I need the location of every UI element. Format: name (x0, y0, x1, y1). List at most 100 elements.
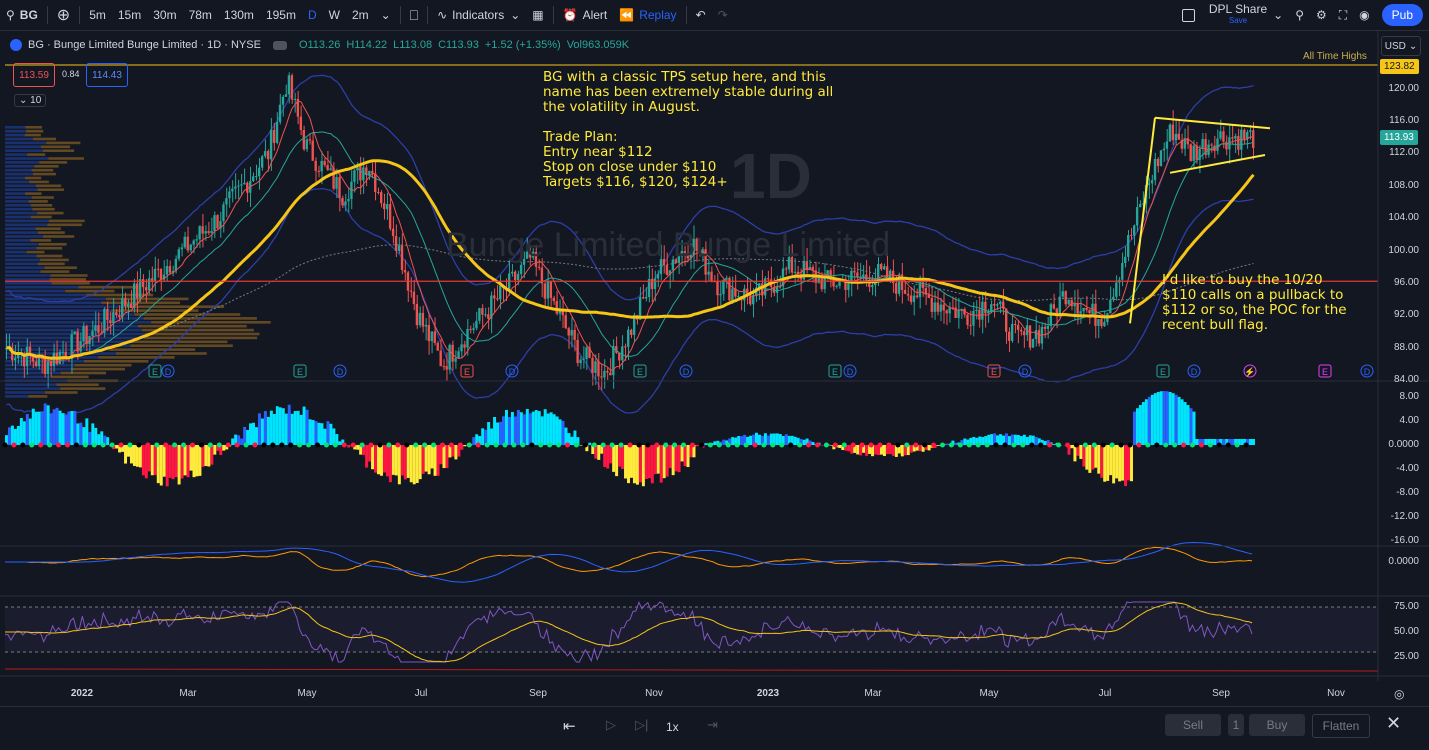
candle-body (225, 198, 227, 204)
squeeze-bar (413, 445, 416, 484)
redo-button[interactable]: ↷ (712, 0, 734, 30)
squeeze-bar (1035, 437, 1038, 445)
squeeze-dot (145, 443, 150, 448)
buy-button[interactable]: Buy (1249, 714, 1305, 736)
squeeze-bar (97, 434, 100, 445)
trade-plan-note[interactable]: BG with a classic TPS setup here, and th… (543, 70, 833, 190)
interval-2m[interactable]: 2m (346, 0, 375, 30)
squeeze-dot (824, 443, 829, 448)
interval-dropdown[interactable]: ⌄ (375, 0, 397, 30)
step-forward-icon[interactable]: ▷| (635, 717, 648, 733)
interval-5m[interactable]: 5m (83, 0, 112, 30)
sell-button[interactable]: Sell (1165, 714, 1221, 736)
chart-type-button[interactable]: ⎕ (404, 0, 424, 30)
price-tick: 100.00 (1388, 245, 1419, 256)
alert-button[interactable]: ⏰ Alert (557, 0, 614, 30)
interval-d[interactable]: D (302, 0, 323, 30)
squeeze-bar (660, 445, 663, 483)
symbol-search[interactable]: ⚲ BG (0, 0, 44, 30)
squeeze-bar (1163, 391, 1166, 445)
interval-130m[interactable]: 130m (218, 0, 260, 30)
replay-button[interactable]: ⏪ Replay (613, 0, 682, 30)
candle-body (1157, 159, 1159, 166)
profile-bar (5, 243, 39, 246)
sell-quote-box[interactable]: 113.59 (13, 63, 55, 87)
eye-off-icon[interactable] (273, 41, 287, 50)
legend-title[interactable]: BG · Bunge Limited Bunge Limited · 1D · … (28, 39, 261, 51)
legend-change: +1.52 (+1.35%) (485, 39, 561, 51)
currency-label: USD (1385, 41, 1406, 52)
exchange-icon (10, 39, 22, 51)
quick-search-button[interactable]: ⚲ (1289, 0, 1310, 30)
buy-quote-box[interactable]: 114.43 (86, 63, 128, 87)
squeeze-bar (657, 445, 660, 474)
squeeze-bar (285, 414, 288, 445)
squeeze-bar (499, 422, 502, 445)
chart-area[interactable]: EDEDEDEDEDEDED⚡ED 1D Bunge Limited Bunge… (0, 31, 1429, 736)
compare-button[interactable]: ⊕ (51, 0, 76, 30)
candle-body (127, 304, 129, 307)
quantity-field[interactable]: 1 (1228, 714, 1244, 736)
squeeze-bar (541, 416, 544, 445)
jump-forward-icon[interactable]: ⇥ (707, 717, 718, 733)
candle-body (273, 130, 275, 143)
candle-body (1133, 225, 1135, 235)
event-marker-label: D (337, 367, 344, 377)
squeeze-dot (1244, 443, 1249, 448)
candle-body (44, 359, 46, 374)
squeeze-bar (315, 421, 318, 445)
squeeze-bar (669, 445, 672, 468)
snapshot-button[interactable]: ◉ (1353, 0, 1375, 30)
profile-bar (5, 208, 32, 211)
candle-body (972, 311, 974, 326)
squeeze-bar (332, 428, 335, 445)
squeeze-dot (1128, 443, 1133, 448)
squeeze-bar (1082, 445, 1085, 467)
flatten-button[interactable]: Flatten (1312, 714, 1370, 738)
replay-speed[interactable]: 1x (666, 720, 679, 734)
go-to-date-button[interactable]: ◎ (1394, 687, 1404, 701)
squeeze-bar (210, 445, 213, 465)
interval-w[interactable]: W (323, 0, 346, 30)
squeeze-dot (922, 443, 927, 448)
squeeze-dot (253, 443, 258, 448)
templates-button[interactable]: ▦ (526, 0, 549, 30)
interval-30m[interactable]: 30m (147, 0, 182, 30)
profile-bar (41, 146, 70, 149)
settings-button[interactable]: ⚙ (1310, 0, 1333, 30)
candle-body (767, 278, 769, 279)
indicators-button[interactable]: ∿ Indicators ⌄ (431, 0, 526, 30)
currency-selector[interactable]: USD ⌄ (1381, 36, 1421, 56)
profile-bar (65, 290, 114, 293)
layout-button[interactable]: DPL Share Save ⌄ (1176, 0, 1289, 30)
jump-back-icon[interactable]: ⇤ (563, 717, 576, 735)
profile-bar (5, 200, 29, 203)
interval-195m[interactable]: 195m (260, 0, 302, 30)
earnings-dividend-markers[interactable]: EDEDEDEDEDEDED⚡ED (149, 365, 1373, 378)
squeeze-bar (326, 421, 329, 445)
squeeze-bar (32, 409, 35, 445)
indicators-collapse[interactable]: ⌄ 10 (14, 94, 46, 107)
event-marker-label: D (509, 367, 516, 377)
interval-15m[interactable]: 15m (112, 0, 147, 30)
squeeze-bar (597, 445, 600, 460)
fullscreen-button[interactable]: ⛶ (1333, 0, 1353, 30)
squeeze-dot (217, 443, 222, 448)
undo-button[interactable]: ↶ (690, 0, 712, 30)
close-icon[interactable]: ✕ (1386, 713, 1401, 734)
plus-circle-icon: ⊕ (57, 5, 70, 25)
squeeze-bar (329, 424, 332, 445)
profile-bar (32, 196, 54, 199)
profile-bar (5, 188, 37, 191)
play-icon[interactable]: ▷ (606, 717, 616, 733)
profile-bar (61, 372, 106, 375)
squeeze-bar (309, 419, 312, 445)
candle-body (591, 358, 593, 373)
publish-button[interactable]: Pub (1376, 0, 1429, 30)
candle-body (1222, 131, 1224, 141)
options-plan-note[interactable]: I'd like to buy the 10/20 $110 calls on … (1162, 273, 1347, 333)
candle-body (124, 298, 126, 306)
candle-body (291, 75, 293, 99)
interval-78m[interactable]: 78m (183, 0, 218, 30)
candle-body (1035, 330, 1037, 339)
